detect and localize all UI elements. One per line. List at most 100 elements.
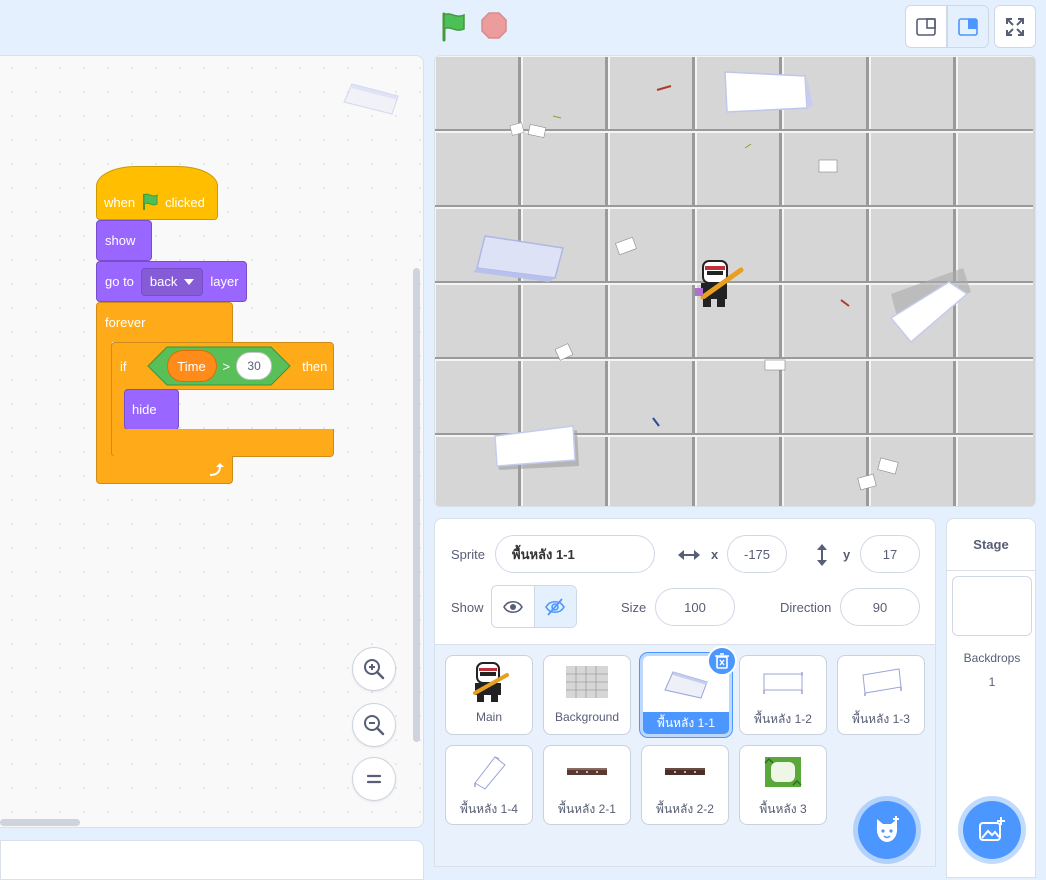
if-block-bottom: [111, 429, 334, 457]
show-sprite-button[interactable]: [492, 586, 534, 627]
sprite-tile-3[interactable]: พื้นหลัง 3: [739, 745, 827, 825]
sprite-tile-main[interactable]: Main: [445, 655, 533, 735]
stage-thumbnail[interactable]: [952, 576, 1032, 636]
if-then-block[interactable]: if Time > 30 then: [111, 342, 334, 390]
sprite-thumbnail: [544, 746, 630, 798]
sprite-tile-1-1[interactable]: พื้นหลัง 1-1: [640, 646, 737, 737]
sprite-tile-background[interactable]: Background: [543, 655, 631, 735]
sprite-name: พื้นหลัง 2-2: [656, 802, 714, 816]
stage-scene: [435, 56, 1033, 506]
stage-canvas[interactable]: [434, 55, 1036, 507]
forever-block-arm: [96, 341, 112, 457]
y-label: y: [843, 547, 851, 562]
go-to-layer-block[interactable]: go to back layer: [96, 261, 247, 302]
x-arrows-icon: [678, 550, 700, 560]
zoom-in-icon: [364, 659, 385, 680]
sprite-name: Main: [475, 710, 502, 724]
hide-block[interactable]: hide: [124, 389, 179, 430]
x-position-input[interactable]: -175: [727, 535, 787, 573]
show-label: Show: [451, 600, 484, 615]
green-flag-icon: [143, 193, 158, 210]
zoom-in-button[interactable]: [352, 647, 396, 691]
x-label: x: [711, 547, 719, 562]
cat-plus-icon: [876, 816, 899, 842]
sprite-preview-image: [340, 76, 400, 121]
sprite-info-panel: Sprite พื้นหลัง 1-1 x -175 y 17 Show Siz…: [434, 518, 936, 645]
greater-than-symbol: >: [222, 358, 231, 374]
sprite-thumbnail: [642, 746, 728, 798]
backdrops-count: 1: [988, 675, 996, 689]
show-block[interactable]: show: [96, 220, 152, 261]
large-stage-icon: [958, 17, 978, 36]
forever-block-bottom: [96, 456, 233, 484]
value-input[interactable]: 30: [236, 352, 273, 380]
fullscreen-button[interactable]: [994, 5, 1036, 48]
forever-block[interactable]: forever: [96, 302, 233, 342]
zoom-out-button[interactable]: [352, 703, 396, 747]
choose-backdrop-button[interactable]: [963, 801, 1021, 859]
code-area[interactable]: when clicked show go to back layer forev…: [0, 55, 424, 828]
green-flag-button[interactable]: [438, 10, 470, 42]
eye-icon: [503, 600, 523, 613]
sprite-name: พื้นหลัง 1-1: [657, 716, 715, 730]
eye-slash-icon: [545, 597, 566, 616]
size-input[interactable]: 100: [655, 588, 735, 626]
sprite-label: Sprite: [451, 547, 485, 562]
sprite-tile-2-2[interactable]: พื้นหลัง 2-2: [641, 745, 729, 825]
go-to-label: go to: [105, 274, 134, 289]
layer-dropdown-value: back: [149, 274, 178, 289]
sprite-name: พื้นหลัง 2-1: [558, 802, 616, 816]
stage-selector-panel[interactable]: Stage Backdrops 1: [946, 518, 1036, 878]
fullscreen-icon: [1006, 17, 1024, 36]
y-position-input[interactable]: 17: [860, 535, 920, 573]
sprite-thumbnail: [544, 656, 630, 708]
loop-arrow-icon: [209, 462, 224, 476]
sprite-thumbnail: [446, 656, 532, 708]
clicked-label: clicked: [165, 194, 205, 210]
sprite-name: Background: [554, 710, 620, 724]
sprite-name: พื้นหลัง 1-2: [754, 712, 812, 726]
sprite-name: พื้นหลัง 1-4: [460, 802, 518, 816]
y-arrows-icon: [817, 544, 827, 566]
direction-input[interactable]: 90: [840, 588, 920, 626]
sprite-tile-1-4[interactable]: พื้นหลัง 1-4: [445, 745, 533, 825]
horizontal-scrollbar[interactable]: [0, 819, 80, 826]
trash-icon: [715, 653, 729, 669]
stop-sign-icon: [481, 12, 507, 39]
sprite-thumbnail: [446, 746, 532, 798]
vertical-scrollbar[interactable]: [413, 268, 420, 742]
then-label: then: [302, 358, 328, 374]
sprite-list: Main Background พื้นหลัง 1-1 พื้นหลัง 1-…: [434, 644, 936, 867]
sprite-name: พื้นหลัง 3: [759, 802, 807, 816]
choose-sprite-button[interactable]: [858, 801, 916, 859]
greater-than-operator-block[interactable]: Time > 30: [146, 346, 291, 386]
small-stage-icon: [916, 17, 936, 36]
layer-label: layer: [210, 274, 239, 289]
sprite-tile-1-3[interactable]: พื้นหลัง 1-3: [837, 655, 925, 735]
delete-sprite-button[interactable]: [707, 646, 737, 676]
forever-label: forever: [105, 315, 146, 330]
sprite-tile-2-1[interactable]: พื้นหลัง 2-1: [543, 745, 631, 825]
when-flag-clicked-block[interactable]: when clicked: [96, 166, 218, 220]
time-variable-reporter[interactable]: Time: [166, 350, 217, 382]
large-stage-button[interactable]: [947, 5, 989, 48]
stop-button[interactable]: [478, 10, 510, 42]
backdrops-label: Backdrops: [963, 651, 1021, 665]
sprite-thumbnail: [740, 656, 826, 708]
when-label: when: [104, 194, 136, 210]
sprite-name: พื้นหลัง 1-3: [852, 712, 910, 726]
image-plus-icon: [979, 817, 1005, 841]
hide-sprite-button[interactable]: [533, 586, 576, 627]
zoom-reset-button[interactable]: [352, 757, 396, 801]
show-label: show: [105, 233, 136, 248]
stage-title: Stage: [947, 519, 1035, 571]
zoom-out-icon: [364, 715, 385, 736]
hide-label: hide: [132, 402, 157, 417]
chevron-down-icon: [184, 278, 195, 285]
green-flag-icon: [442, 12, 465, 42]
sprite-name-input[interactable]: พื้นหลัง 1-1: [495, 535, 655, 573]
sprite-thumbnail: [740, 746, 826, 798]
small-stage-button[interactable]: [905, 5, 947, 48]
layer-dropdown[interactable]: back: [140, 267, 204, 296]
sprite-tile-1-2[interactable]: พื้นหลัง 1-2: [739, 655, 827, 735]
